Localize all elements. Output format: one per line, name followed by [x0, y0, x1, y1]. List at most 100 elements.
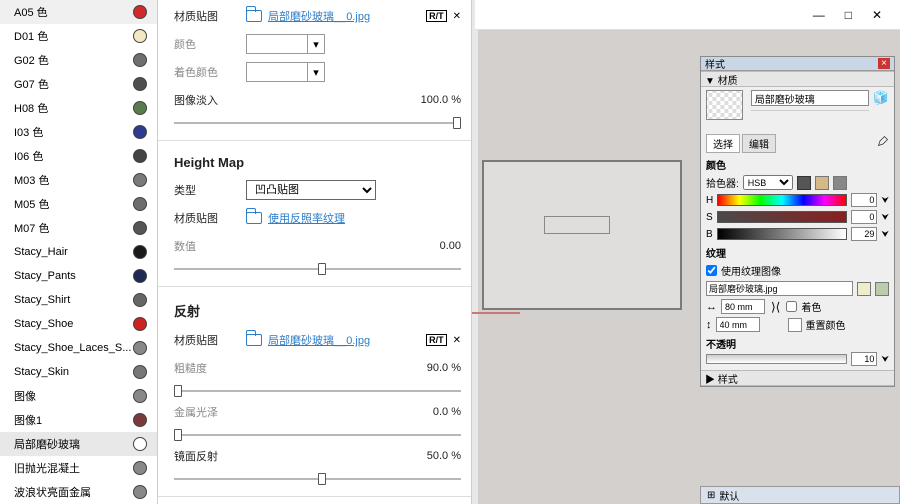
maximize-button[interactable]: □: [845, 8, 852, 22]
bri-slider[interactable]: [717, 228, 848, 240]
metal-value: 0.0 %: [433, 406, 461, 418]
tint-dropdown-icon[interactable]: ▾: [307, 62, 325, 82]
colorize-checkbox[interactable]: [786, 301, 797, 312]
rt-badge: R/T: [426, 334, 447, 346]
eyedropper-icon[interactable]: [833, 176, 847, 190]
use-texture-checkbox[interactable]: [706, 265, 717, 276]
picker-mode-select[interactable]: HSB: [743, 175, 793, 190]
material-item[interactable]: Stacy_Shirt: [0, 288, 157, 312]
material-swatch: [133, 317, 147, 331]
sat-input[interactable]: [851, 210, 877, 224]
color-dropdown-icon[interactable]: ▾: [307, 34, 325, 54]
pencil-icon[interactable]: [877, 135, 889, 147]
material-name-input[interactable]: [751, 90, 869, 106]
material-item[interactable]: M07 色: [0, 216, 157, 240]
texture-file-input[interactable]: [706, 281, 853, 296]
remove-texture-icon[interactable]: ✕: [453, 335, 461, 346]
folder-icon[interactable]: [246, 212, 262, 224]
mirror-slider[interactable]: [174, 472, 461, 486]
mirror-label: 镜面反射: [174, 448, 246, 464]
rough-slider[interactable]: [174, 384, 461, 398]
material-item[interactable]: Stacy_Pants: [0, 264, 157, 288]
metal-label: 金属光泽: [174, 404, 246, 420]
material-item[interactable]: 图像: [0, 384, 157, 408]
material-item[interactable]: G07 色: [0, 72, 157, 96]
edit-texture-icon[interactable]: [875, 282, 889, 296]
folder-icon[interactable]: [246, 334, 262, 346]
status-text: 默认: [719, 488, 739, 503]
model-object[interactable]: [482, 160, 682, 310]
fg-color-swatch[interactable]: [797, 176, 811, 190]
material-item[interactable]: Stacy_Shoe_Laces_S...: [0, 336, 157, 360]
tab-select[interactable]: 选择: [706, 134, 740, 153]
create-material-icon[interactable]: 🧊: [873, 90, 889, 106]
material-swatch: [133, 173, 147, 187]
tab-edit[interactable]: 编辑: [742, 134, 776, 153]
material-item[interactable]: Stacy_Hair: [0, 240, 157, 264]
hue-input[interactable]: [851, 193, 877, 207]
reflect-file-link[interactable]: 局部磨砂玻璃__0.jpg: [268, 332, 370, 348]
material-item[interactable]: H08 色: [0, 96, 157, 120]
material-item[interactable]: 旧抛光混凝土: [0, 456, 157, 480]
material-swatch: [133, 485, 147, 499]
bucket-icon[interactable]: [815, 176, 829, 190]
link-dims-icon[interactable]: ⟩⟨: [771, 300, 780, 314]
color-swatch[interactable]: [246, 34, 308, 54]
material-item[interactable]: G02 色: [0, 48, 157, 72]
sat-slider[interactable]: [717, 211, 848, 223]
dock-close-icon[interactable]: ×: [878, 58, 890, 69]
rt-badge: R/T: [426, 10, 447, 22]
width-input[interactable]: [721, 299, 765, 314]
fade-slider[interactable]: [174, 116, 461, 130]
axis-indicator: [472, 312, 520, 314]
texture-file-link[interactable]: 局部磨砂玻璃__0.jpg: [268, 8, 370, 24]
minimize-button[interactable]: —: [813, 8, 825, 22]
material-item[interactable]: I03 色: [0, 120, 157, 144]
material-item[interactable]: M03 色: [0, 168, 157, 192]
opacity-slider[interactable]: [706, 354, 847, 364]
qty-slider[interactable]: [174, 262, 461, 276]
qty-value: 0.00: [440, 240, 461, 252]
browse-folder-icon[interactable]: [857, 282, 871, 296]
material-item[interactable]: Stacy_Skin: [0, 360, 157, 384]
dock-title: 样式: [705, 56, 725, 71]
material-item[interactable]: M05 色: [0, 192, 157, 216]
status-bar: ⊞默认: [700, 486, 900, 504]
remove-texture-icon[interactable]: ✕: [453, 11, 461, 22]
use-albedo-link[interactable]: 使用反照率纹理: [268, 210, 345, 226]
section-style[interactable]: ▶ 样式: [701, 370, 894, 386]
hue-slider[interactable]: [717, 194, 847, 206]
tint-swatch[interactable]: [246, 62, 308, 82]
section-material[interactable]: ▼ 材质: [701, 71, 894, 87]
hm-texture-label: 材质贴图: [174, 210, 246, 226]
folder-icon[interactable]: [246, 10, 262, 22]
height-map-header: Height Map: [174, 155, 461, 170]
close-button[interactable]: ✕: [872, 8, 882, 22]
material-swatch: [133, 221, 147, 235]
metal-slider[interactable]: [174, 428, 461, 442]
material-item[interactable]: D01 色: [0, 24, 157, 48]
material-item[interactable]: I06 色: [0, 144, 157, 168]
window-controls: — □ ✕: [475, 0, 900, 30]
reset-color-swatch[interactable]: [788, 318, 802, 332]
material-swatch: [133, 389, 147, 403]
material-swatch: [133, 293, 147, 307]
height-type-select[interactable]: 凹凸贴图: [246, 180, 376, 200]
reflect-header: 反射: [174, 301, 461, 320]
opacity-input[interactable]: [851, 352, 877, 366]
picker-label: 拾色器:: [706, 175, 739, 190]
material-item[interactable]: A05 色: [0, 0, 157, 24]
material-item[interactable]: Stacy_Shoe: [0, 312, 157, 336]
bri-input[interactable]: [851, 227, 877, 241]
color-header: 颜色: [706, 157, 889, 172]
material-swatch: [133, 125, 147, 139]
material-item[interactable]: 图像1: [0, 408, 157, 432]
material-swatch: [133, 5, 147, 19]
texture-label: 材质贴图: [174, 8, 246, 24]
material-swatch: [133, 461, 147, 475]
height-input[interactable]: [716, 317, 760, 332]
material-item[interactable]: 波浪状亮面金属: [0, 480, 157, 504]
opacity-header: 不透明: [706, 336, 889, 351]
material-swatch: [133, 149, 147, 163]
material-item-selected[interactable]: 局部磨砂玻璃: [0, 432, 157, 456]
